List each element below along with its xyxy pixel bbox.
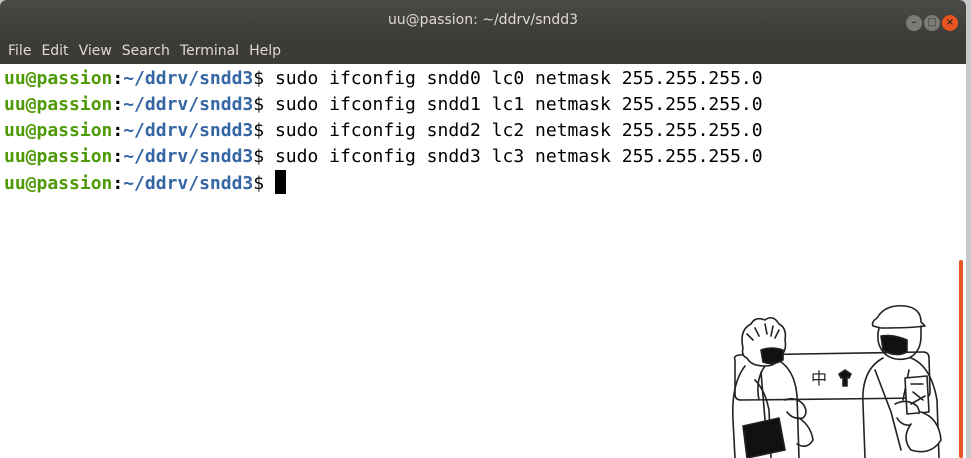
window-title: uu@passion: ~/ddrv/sndd3 xyxy=(387,12,579,28)
text-cursor xyxy=(275,170,287,194)
prompt-separator: : xyxy=(112,146,124,167)
terminal-line: uu@passion:~/ddrv/sndd3$ sudo ifconfig s… xyxy=(4,144,958,170)
prompt-path: ~/ddrv/sndd3 xyxy=(123,173,254,194)
terminal-line: uu@passion:~/ddrv/sndd3$ sudo ifconfig s… xyxy=(4,66,958,92)
prompt-dollar: $ xyxy=(253,94,265,115)
maximize-button[interactable]: □ xyxy=(924,15,940,31)
menu-search[interactable]: Search xyxy=(117,38,175,64)
prompt-dollar: $ xyxy=(253,173,265,194)
command-text: sudo ifconfig sndd0 lc0 netmask 255.255.… xyxy=(264,68,763,89)
prompt-path: ~/ddrv/sndd3 xyxy=(123,68,254,89)
terminal-line: uu@passion:~/ddrv/sndd3$ xyxy=(4,170,958,196)
prompt-user: uu@passion xyxy=(4,120,113,141)
window-controls: – □ × xyxy=(906,15,958,31)
menu-edit[interactable]: Edit xyxy=(36,38,73,64)
menu-help[interactable]: Help xyxy=(244,38,286,64)
command-text: sudo ifconfig sndd3 lc3 netmask 255.255.… xyxy=(264,146,763,167)
terminal-line: uu@passion:~/ddrv/sndd3$ sudo ifconfig s… xyxy=(4,118,958,144)
menu-view[interactable]: View xyxy=(74,38,117,64)
prompt-path: ~/ddrv/sndd3 xyxy=(123,94,254,115)
command-text: sudo ifconfig sndd1 lc1 netmask 255.255.… xyxy=(264,94,763,115)
prompt-separator: : xyxy=(112,173,124,194)
menu-file[interactable]: File xyxy=(3,38,36,64)
scrollbar-thumb[interactable] xyxy=(959,260,963,458)
prompt-dollar: $ xyxy=(253,68,265,89)
prompt-user: uu@passion xyxy=(4,94,113,115)
wallpaper-sticker-image: 中 xyxy=(731,304,942,458)
menu-bar: File Edit View Search Terminal Help xyxy=(0,38,966,64)
prompt-separator: : xyxy=(112,68,124,89)
prompt-dollar: $ xyxy=(253,120,265,141)
menu-terminal[interactable]: Terminal xyxy=(175,38,244,64)
terminal-window: uu@passion: ~/ddrv/sndd3 – □ × File Edit… xyxy=(0,0,966,458)
prompt-path: ~/ddrv/sndd3 xyxy=(123,146,254,167)
command-text: sudo ifconfig sndd2 lc2 netmask 255.255.… xyxy=(264,120,763,141)
prompt-user: uu@passion xyxy=(4,146,113,167)
minimize-button[interactable]: – xyxy=(906,15,922,31)
prompt-separator: : xyxy=(112,120,124,141)
prompt-dollar: $ xyxy=(253,146,265,167)
prompt-user: uu@passion xyxy=(4,68,113,89)
prompt-separator: : xyxy=(112,94,124,115)
scrollbar[interactable] xyxy=(958,64,966,458)
terminal-line: uu@passion:~/ddrv/sndd3$ sudo ifconfig s… xyxy=(4,92,958,118)
prompt-user: uu@passion xyxy=(4,173,113,194)
sign-text: 中 xyxy=(811,369,827,388)
prompt-path: ~/ddrv/sndd3 xyxy=(123,120,254,141)
title-bar[interactable]: uu@passion: ~/ddrv/sndd3 – □ × xyxy=(0,0,966,38)
close-button[interactable]: × xyxy=(942,15,958,31)
